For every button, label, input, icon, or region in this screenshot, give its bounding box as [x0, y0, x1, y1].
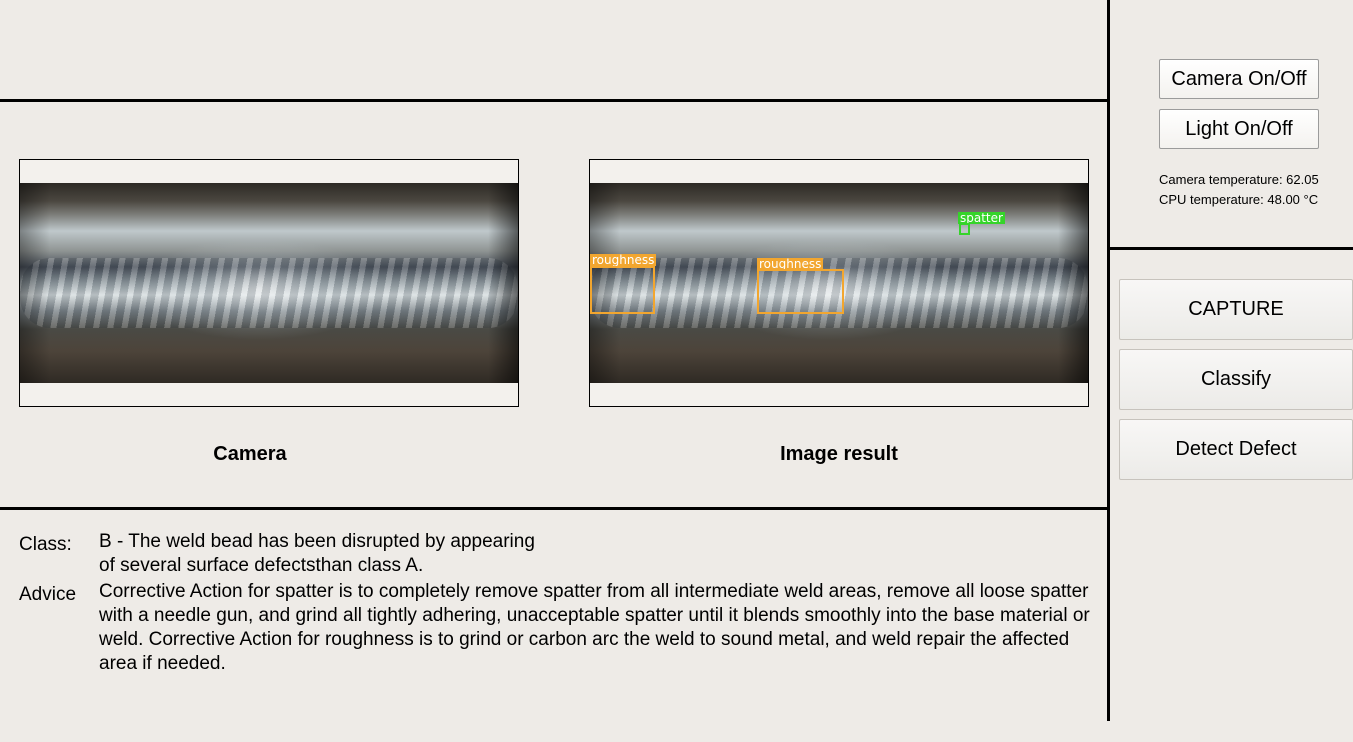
light-toggle-button[interactable]: Light On/Off: [1159, 109, 1319, 149]
camera-view: [19, 159, 519, 407]
weld-image: [20, 183, 518, 383]
detection-box-roughness-1: [590, 266, 655, 314]
top-divider: [0, 99, 1109, 102]
class-value: B - The weld bead has been disrupted by …: [99, 530, 1099, 578]
advice-text: Corrective Action for spatter is to comp…: [99, 581, 1090, 674]
sidebar-section-divider: [1109, 247, 1353, 250]
detection-label-roughness-1: roughness: [590, 253, 657, 267]
class-line-1: B - The weld bead has been disrupted by …: [99, 531, 535, 552]
result-caption: Image result: [780, 443, 898, 465]
class-line-2: of several surface defectsthan class A.: [99, 555, 424, 576]
detect-defect-button[interactable]: Detect Defect: [1119, 419, 1353, 480]
sidebar-divider: [1107, 0, 1110, 721]
camera-caption: Camera: [213, 443, 287, 465]
advice-label: Advice: [19, 584, 77, 605]
capture-button[interactable]: CAPTURE: [1119, 279, 1353, 340]
camera-toggle-button[interactable]: Camera On/Off: [1159, 59, 1319, 99]
cpu-temperature: CPU temperature: 48.00 °C: [1159, 192, 1319, 207]
detection-box-roughness-2: [757, 269, 844, 314]
classify-button[interactable]: Classify: [1119, 349, 1353, 410]
middle-divider: [0, 507, 1109, 510]
result-view: roughness roughness spatter: [589, 159, 1089, 407]
camera-temperature: Camera temperature: 62.05: [1159, 172, 1319, 187]
detection-box-spatter: [959, 223, 970, 235]
class-label: Class:: [19, 534, 72, 555]
